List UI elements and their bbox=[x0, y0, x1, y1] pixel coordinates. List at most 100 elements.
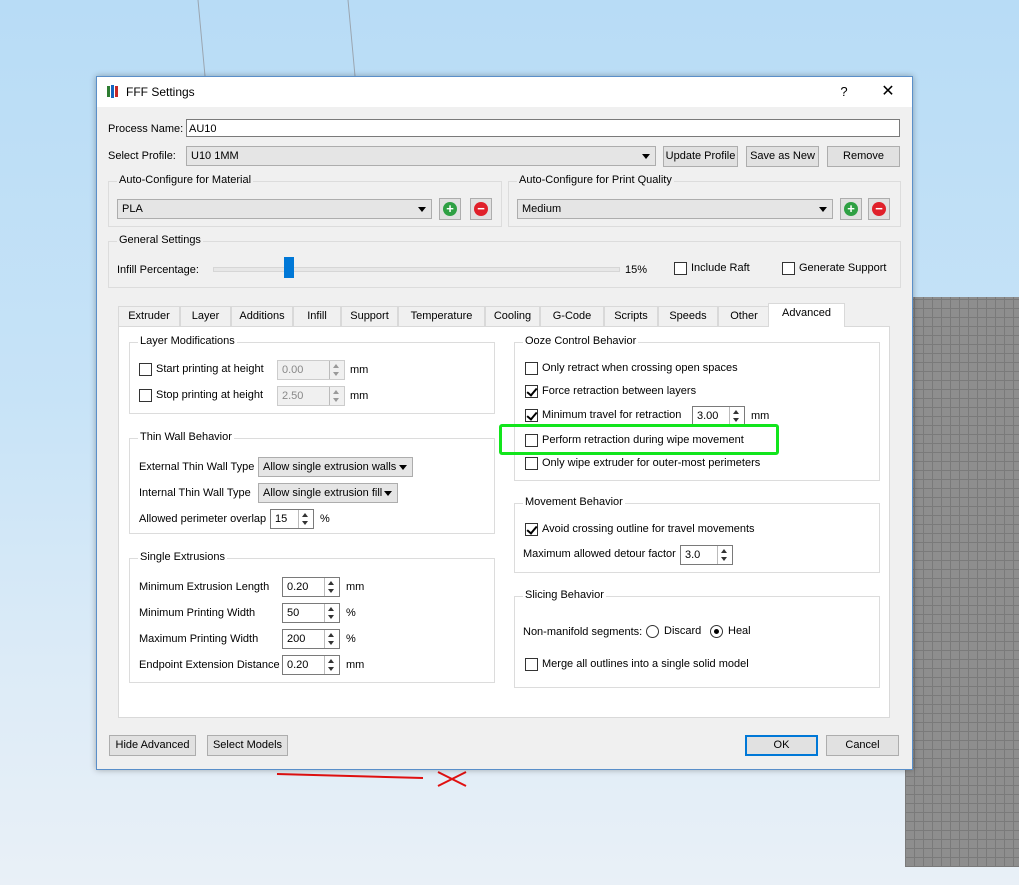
add-quality-button[interactable]: + bbox=[840, 198, 862, 220]
stop-height-unit: mm bbox=[350, 390, 369, 402]
add-material-button[interactable]: + bbox=[439, 198, 461, 220]
chevron-down-icon bbox=[642, 154, 650, 159]
fff-settings-dialog: FFF Settings ? ✕ Process Name: AU10 Sele… bbox=[96, 76, 913, 770]
only-wipe-outer-checkbox[interactable] bbox=[525, 457, 538, 470]
title-bar[interactable]: FFF Settings ? ✕ bbox=[97, 77, 912, 107]
app-icon bbox=[107, 85, 118, 98]
spinner-icon[interactable] bbox=[324, 604, 339, 622]
highlight-box bbox=[499, 424, 779, 455]
tab-layer[interactable]: Layer bbox=[180, 306, 231, 326]
ooze-control-group: Ooze Control Behavior Only retract when … bbox=[514, 335, 880, 481]
scene-axis-line bbox=[197, 0, 206, 77]
min-travel-label: Minimum travel for retraction bbox=[542, 409, 682, 421]
perimeter-overlap-input[interactable]: 15 bbox=[270, 509, 314, 529]
discard-radio[interactable] bbox=[646, 625, 659, 638]
tab-temperature[interactable]: Temperature bbox=[398, 306, 485, 326]
quality-select-value: Medium bbox=[522, 203, 562, 215]
hide-advanced-button[interactable]: Hide Advanced bbox=[109, 735, 196, 756]
process-name-input[interactable]: AU10 bbox=[186, 119, 900, 137]
tab-advanced[interactable]: Advanced bbox=[768, 303, 845, 327]
spinner-icon[interactable] bbox=[324, 656, 339, 674]
cancel-button[interactable]: Cancel bbox=[826, 735, 899, 756]
tab-g-code[interactable]: G-Code bbox=[540, 306, 604, 326]
quality-group-title: Auto-Configure for Print Quality bbox=[517, 174, 674, 186]
min-travel-input[interactable]: 3.00 bbox=[692, 406, 745, 426]
discard-label: Discard bbox=[664, 625, 702, 637]
detour-factor-label: Maximum allowed detour factor bbox=[523, 548, 676, 560]
infill-slider-handle[interactable] bbox=[283, 257, 294, 278]
min-travel-checkbox[interactable] bbox=[525, 409, 538, 422]
stop-height-checkbox[interactable] bbox=[139, 389, 152, 402]
perimeter-overlap-value: 15 bbox=[275, 513, 288, 525]
force-retraction-label: Force retraction between layers bbox=[542, 385, 697, 397]
avoid-crossing-checkbox[interactable] bbox=[525, 523, 538, 536]
heal-radio[interactable] bbox=[710, 625, 723, 638]
generate-support-checkbox[interactable] bbox=[782, 262, 795, 275]
profile-select[interactable]: U10 1MM bbox=[186, 146, 656, 166]
process-name-label: Process Name: bbox=[108, 123, 184, 135]
thin-wall-group: Thin Wall Behavior External Thin Wall Ty… bbox=[129, 431, 495, 534]
spinner-icon[interactable] bbox=[324, 578, 339, 596]
max-printing-width-input[interactable]: 200 bbox=[282, 629, 340, 649]
spinner-icon[interactable] bbox=[324, 630, 339, 648]
remove-quality-button[interactable]: − bbox=[868, 198, 890, 220]
min-travel-unit: mm bbox=[751, 410, 770, 422]
material-group-title: Auto-Configure for Material bbox=[117, 174, 254, 186]
remove-profile-button[interactable]: Remove bbox=[827, 146, 900, 167]
start-height-checkbox[interactable] bbox=[139, 363, 152, 376]
add-icon: + bbox=[443, 202, 457, 216]
min-extrusion-length-input[interactable]: 0.20 bbox=[282, 577, 340, 597]
infill-percentage-value: 15% bbox=[625, 264, 648, 276]
start-height-value: 0.00 bbox=[282, 364, 304, 376]
quality-select[interactable]: Medium bbox=[517, 199, 833, 219]
single-extrusions-group: Single Extrusions Minimum Extrusion Leng… bbox=[129, 551, 495, 683]
spinner-icon[interactable] bbox=[329, 361, 344, 379]
save-as-new-button[interactable]: Save as New bbox=[746, 146, 819, 167]
only-retract-label: Only retract when crossing open spaces bbox=[542, 362, 738, 374]
external-thin-wall-select[interactable]: Allow single extrusion walls bbox=[258, 457, 413, 477]
include-raft-checkbox[interactable] bbox=[674, 262, 687, 275]
internal-thin-wall-select[interactable]: Allow single extrusion fill bbox=[258, 483, 398, 503]
stop-height-input[interactable]: 2.50 bbox=[277, 386, 345, 406]
single-extrusions-title: Single Extrusions bbox=[138, 551, 227, 563]
only-retract-checkbox[interactable] bbox=[525, 362, 538, 375]
ok-button[interactable]: OK bbox=[745, 735, 818, 756]
close-icon[interactable]: ✕ bbox=[875, 81, 901, 103]
tab-extruder[interactable]: Extruder bbox=[118, 306, 180, 326]
infill-percentage-label: Infill Percentage: bbox=[117, 264, 199, 276]
tab-infill[interactable]: Infill bbox=[293, 306, 341, 326]
infill-slider-track[interactable] bbox=[213, 267, 620, 272]
tab-additions[interactable]: Additions bbox=[231, 306, 293, 326]
min-printing-width-input[interactable]: 50 bbox=[282, 603, 340, 623]
force-retraction-checkbox[interactable] bbox=[525, 385, 538, 398]
internal-thin-wall-value: Allow single extrusion fill bbox=[263, 487, 383, 499]
tab-cooling[interactable]: Cooling bbox=[485, 306, 540, 326]
endpoint-extension-input[interactable]: 0.20 bbox=[282, 655, 340, 675]
spinner-icon[interactable] bbox=[298, 510, 313, 528]
tab-other[interactable]: Other bbox=[718, 306, 770, 326]
start-height-input[interactable]: 0.00 bbox=[277, 360, 345, 380]
external-thin-wall-value: Allow single extrusion walls bbox=[263, 461, 397, 473]
tab-support[interactable]: Support bbox=[341, 306, 398, 326]
spinner-icon[interactable] bbox=[717, 546, 732, 564]
merge-outlines-checkbox[interactable] bbox=[525, 658, 538, 671]
remove-icon: − bbox=[872, 202, 886, 216]
help-icon[interactable]: ? bbox=[833, 81, 855, 103]
material-group: Auto-Configure for Material PLA + − bbox=[108, 174, 502, 227]
spinner-icon[interactable] bbox=[729, 407, 744, 425]
quality-group: Auto-Configure for Print Quality Medium … bbox=[508, 174, 901, 227]
tab-scripts[interactable]: Scripts bbox=[604, 306, 658, 326]
spinner-icon[interactable] bbox=[329, 387, 344, 405]
material-select[interactable]: PLA bbox=[117, 199, 432, 219]
tab-speeds[interactable]: Speeds bbox=[658, 306, 718, 326]
stop-height-value: 2.50 bbox=[282, 390, 304, 402]
select-models-button[interactable]: Select Models bbox=[207, 735, 288, 756]
min-extrusion-length-unit: mm bbox=[346, 581, 365, 593]
remove-material-button[interactable]: − bbox=[470, 198, 492, 220]
material-select-value: PLA bbox=[122, 203, 143, 215]
detour-factor-input[interactable]: 3.0 bbox=[680, 545, 733, 565]
generate-support-label: Generate Support bbox=[799, 262, 887, 274]
min-extrusion-length-value: 0.20 bbox=[287, 581, 309, 593]
scene-axis-line bbox=[347, 0, 356, 77]
update-profile-button[interactable]: Update Profile bbox=[663, 146, 738, 167]
